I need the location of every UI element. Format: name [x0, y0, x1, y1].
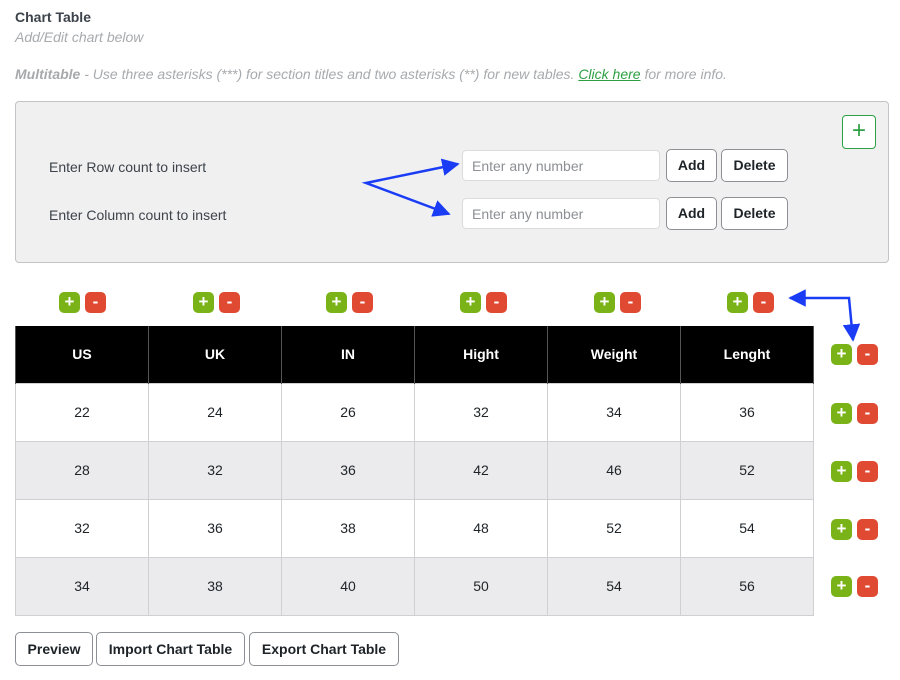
column-count-input[interactable]	[462, 198, 660, 229]
table-cell[interactable]: 54	[547, 556, 681, 616]
table-cell[interactable]: 36	[281, 440, 415, 500]
row-remove-minus-icon[interactable]: -	[857, 576, 878, 597]
column-count-label: Enter Column count to insert	[49, 207, 227, 223]
column-remove-minus-icon[interactable]: -	[753, 292, 774, 313]
table-cell[interactable]: 34	[547, 382, 681, 442]
row-remove-minus-icon[interactable]: -	[857, 344, 878, 365]
delete-column-button[interactable]: Delete	[721, 197, 788, 230]
page-title: Chart Table	[15, 9, 91, 25]
table-cell[interactable]: 48	[414, 498, 548, 558]
chart-table: US UK IN Hight Weight Lenght 22 24 26 32…	[15, 326, 814, 616]
table-cell[interactable]: 36	[148, 498, 282, 558]
table-row: 22 24 26 32 34 36	[15, 382, 814, 442]
column-header[interactable]: IN	[281, 326, 415, 383]
row-remove-minus-icon[interactable]: -	[857, 461, 878, 482]
insert-panel: + Enter Row count to insert Add Delete E…	[15, 101, 889, 263]
row-count-input[interactable]	[462, 150, 660, 181]
row-remove-minus-icon[interactable]: -	[857, 403, 878, 424]
table-cell[interactable]: 42	[414, 440, 548, 500]
column-header[interactable]: Hight	[414, 326, 548, 383]
column-add-plus-icon[interactable]: +	[594, 292, 615, 313]
multitable-suffix: for more info.	[640, 66, 727, 82]
table-row: 32 36 38 48 52 54	[15, 498, 814, 558]
table-header-row: US UK IN Hight Weight Lenght	[15, 326, 814, 383]
column-remove-minus-icon[interactable]: -	[352, 292, 373, 313]
row-add-plus-icon[interactable]: +	[831, 461, 852, 482]
row-add-plus-icon[interactable]: +	[831, 403, 852, 424]
row-add-plus-icon[interactable]: +	[831, 344, 852, 365]
column-header[interactable]: Weight	[547, 326, 681, 383]
table-cell[interactable]: 24	[148, 382, 282, 442]
multitable-text: - Use three asterisks (***) for section …	[80, 66, 579, 82]
panel-add-plus-icon[interactable]: +	[842, 115, 876, 149]
row-remove-minus-icon[interactable]: -	[857, 519, 878, 540]
add-column-button[interactable]: Add	[666, 197, 717, 230]
multitable-hint: Multitable - Use three asterisks (***) f…	[15, 66, 727, 82]
column-remove-minus-icon[interactable]: -	[85, 292, 106, 313]
delete-row-button[interactable]: Delete	[721, 149, 788, 182]
table-cell[interactable]: 50	[414, 556, 548, 616]
row-add-plus-icon[interactable]: +	[831, 519, 852, 540]
table-cell[interactable]: 40	[281, 556, 415, 616]
table-row: 28 32 36 42 46 52	[15, 440, 814, 500]
table-cell[interactable]: 32	[15, 498, 149, 558]
column-header[interactable]: US	[15, 326, 149, 383]
table-cell[interactable]: 22	[15, 382, 149, 442]
row-count-label: Enter Row count to insert	[49, 159, 207, 175]
table-cell[interactable]: 28	[15, 440, 149, 500]
table-cell[interactable]: 36	[680, 382, 814, 442]
table-cell[interactable]: 52	[680, 440, 814, 500]
column-add-plus-icon[interactable]: +	[193, 292, 214, 313]
row-add-plus-icon[interactable]: +	[831, 576, 852, 597]
import-chart-table-button[interactable]: Import Chart Table	[96, 632, 245, 666]
table-cell[interactable]: 32	[414, 382, 548, 442]
column-add-plus-icon[interactable]: +	[460, 292, 481, 313]
more-info-link[interactable]: Click here	[578, 66, 640, 82]
table-row: 34 38 40 50 54 56	[15, 556, 814, 616]
table-cell[interactable]: 34	[15, 556, 149, 616]
column-remove-minus-icon[interactable]: -	[219, 292, 240, 313]
column-header[interactable]: UK	[148, 326, 282, 383]
page-subtitle: Add/Edit chart below	[15, 29, 144, 45]
table-cell[interactable]: 38	[148, 556, 282, 616]
table-cell[interactable]: 46	[547, 440, 681, 500]
table-cell[interactable]: 26	[281, 382, 415, 442]
column-add-plus-icon[interactable]: +	[59, 292, 80, 313]
table-cell[interactable]: 38	[281, 498, 415, 558]
table-cell[interactable]: 56	[680, 556, 814, 616]
column-remove-minus-icon[interactable]: -	[486, 292, 507, 313]
table-cell[interactable]: 54	[680, 498, 814, 558]
table-cell[interactable]: 52	[547, 498, 681, 558]
export-chart-table-button[interactable]: Export Chart Table	[249, 632, 399, 666]
add-row-button[interactable]: Add	[666, 149, 717, 182]
preview-button[interactable]: Preview	[15, 632, 93, 666]
column-add-plus-icon[interactable]: +	[727, 292, 748, 313]
column-remove-minus-icon[interactable]: -	[620, 292, 641, 313]
column-header[interactable]: Lenght	[680, 326, 814, 383]
column-add-plus-icon[interactable]: +	[326, 292, 347, 313]
multitable-label: Multitable	[15, 66, 81, 82]
table-cell[interactable]: 32	[148, 440, 282, 500]
